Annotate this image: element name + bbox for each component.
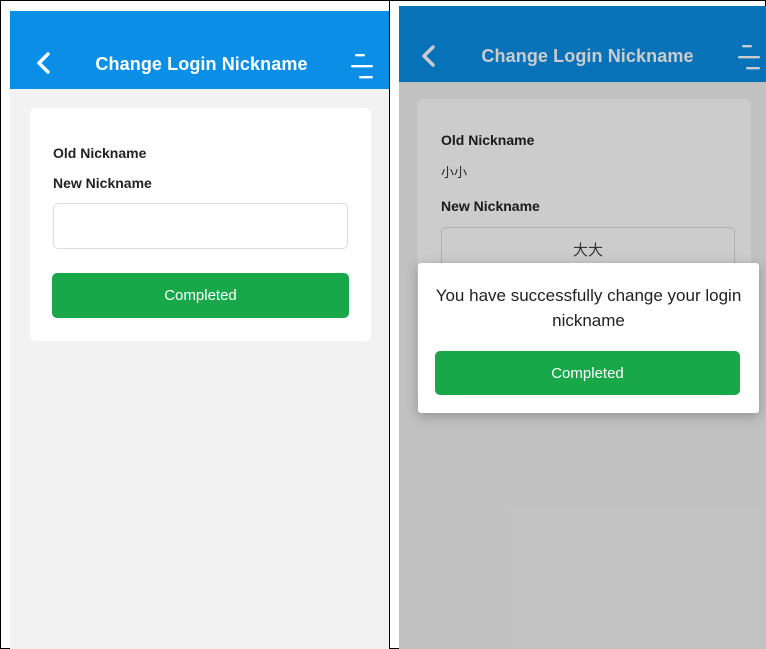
left-screen: Change Login Nickname Old Nickname New N… [10, 11, 389, 649]
new-nickname-label: New Nickname [53, 175, 152, 191]
dialog-completed-button[interactable]: Completed [435, 351, 740, 395]
success-message: You have successfully change your login … [435, 286, 742, 330]
new-nickname-input[interactable] [53, 203, 348, 249]
completed-button[interactable]: Completed [52, 273, 349, 318]
old-nickname-label: Old Nickname [53, 145, 147, 161]
right-screen: Change Login Nickname Old Nickname 小小 Ne… [399, 6, 766, 649]
success-dialog: You have successfully change your login … [418, 263, 759, 413]
header-bar: Change Login Nickname [10, 11, 389, 89]
page-title: Change Login Nickname [95, 54, 308, 74]
frame-divider [389, 0, 390, 649]
nickname-form-card: Old Nickname New Nickname Completed [30, 108, 371, 341]
menu-button[interactable] [349, 51, 375, 81]
menu-icon [351, 54, 373, 79]
